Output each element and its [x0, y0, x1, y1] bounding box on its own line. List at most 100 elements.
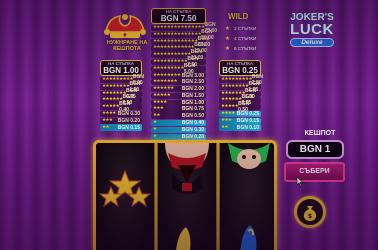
yellow-hand-icon [176, 227, 191, 250]
star-icons: ★★★★ [221, 111, 235, 116]
paytable-center: НА СТЪПКА BGN 7.50 ★★★★★★★★★★★★★★★ BGN 75… [151, 8, 217, 140]
reel-2 [158, 143, 216, 250]
paytable-row: ★★★★ BGN 0.25 [219, 110, 261, 118]
svg-text:$: $ [308, 213, 312, 220]
paytable-row: ★★★★★★★★★★★★★★★ BGN 75.00 [151, 22, 217, 34]
star-icons: ★★ [221, 124, 228, 130]
star-icons: ★★★★★★★★★★★★★ [153, 38, 198, 44]
reel-1 [96, 143, 154, 250]
wild-row: ★ 8 СТЪПКИ [224, 45, 256, 52]
jackpot-label: КЕШПОТ [304, 130, 336, 137]
star-icons: ★★★★★★★★★★★★ [153, 45, 195, 51]
paytable-row-amount: BGN 0.30 [181, 126, 204, 133]
paytable-row: ★★★ BGN 0.15 [219, 117, 261, 124]
collect-button[interactable]: СЪБЕРИ [284, 162, 345, 182]
paytable-center-value: BGN 7.50 [160, 14, 197, 23]
wild-row-label: 4 СТЪПКИ [234, 36, 257, 41]
logo-deluxe-text: Deluxe [290, 38, 334, 47]
star-icons: ★ [153, 133, 157, 139]
wild-title: WILD [228, 12, 249, 21]
paytable-row-amount: BGN 0.75 [181, 106, 204, 113]
jackpot-caption: НУЖНРАНЕ НА КЕШПОТА [106, 40, 148, 52]
star-icons: ★★★★★★★★★ [102, 77, 134, 83]
paytable-row-amount: BGN 2.00 [181, 86, 204, 93]
game-screen: ♦ НУЖНРАНЕ НА КЕШПОТА НА СТЪПКА BGN 1.00… [0, 0, 378, 250]
paytable-center-header: НА СТЪПКА BGN 7.50 [151, 8, 206, 24]
money-bag-button[interactable]: $ [294, 196, 326, 228]
wild-row-label: 2 СТЪПКИ [234, 26, 257, 31]
star-icons: ★★★★★ [153, 92, 171, 98]
paytable-row-amount: BGN 0.10 [236, 124, 259, 131]
paytable-row: ★ BGN 0.20 [151, 133, 206, 140]
paytable-row: ★★★★★ BGN 0.40 [100, 101, 142, 113]
star-icons: ★★★★★★★★★★★★★★ [153, 31, 202, 37]
paytable-row: ★★★★★★★★★ BGN 5.00 [151, 63, 206, 75]
paytable-row: ★ BGN 0.30 [151, 126, 206, 133]
paytable-row: ★★★★★★ BGN 2.00 [151, 86, 206, 93]
paytable-row-amount: BGN 1.00 [181, 99, 204, 106]
paytable-row-amount: BGN 0.30 [117, 111, 140, 117]
wild-star-icon: ★ [224, 35, 231, 42]
star-icons: ★★★★★★★★★ [221, 77, 253, 83]
star-icons: ★ [153, 126, 157, 132]
paytable-row: ★★ BGN 0.15 [100, 124, 142, 131]
wild-star-icon: ★ [224, 45, 231, 52]
logo-luck-text: LUCK [290, 21, 334, 38]
svg-text:♦: ♦ [122, 32, 127, 39]
paytable-left-list: ★★★★★★★★★ BGN 5.00 ★★★★★★★★ BGN 1.00 ★★★★★★★… [100, 74, 144, 131]
jackpot-value: BGN 1 [286, 140, 344, 159]
star-cluster-icon [98, 169, 152, 208]
paytable-row: ★★★★ BGN 1.00 [151, 99, 206, 106]
paytable-row: ★★★★★ BGN 0.50 [219, 101, 261, 113]
star-icons: ★★★★★★★★★★ [153, 59, 188, 64]
reel-3 [220, 143, 274, 250]
paytable-right: НА СТЪПКА BGN 0.25 ★★★★★★★★★ BGN 2.50 ★★★★… [219, 60, 263, 131]
star-icons: ★★ [153, 113, 160, 119]
paytable-row: ★★ BGN 0.50 [151, 113, 206, 120]
pointer-cursor-icon [296, 177, 304, 187]
paytable-row: ★★★ BGN 0.75 [151, 106, 206, 113]
paytable-row-amount: BGN 3.00 [181, 72, 204, 79]
star-icons: ★★★★★★ [153, 86, 174, 92]
paytable-row-amount: BGN 1.50 [181, 92, 204, 99]
paytable-left: НА СТЪПКА BGN 1.00 ★★★★★★★★★ BGN 5.00 ★★★★… [100, 60, 144, 131]
blue-hand-icon [240, 225, 257, 250]
star-icons: ★★★★★★★★★ [153, 65, 185, 71]
paytable-row-amount: BGN 0.15 [236, 117, 259, 124]
star-icons: ★★★★★★★★★★★ [153, 52, 191, 58]
green-joker-icon [228, 143, 270, 169]
paytable-row: ★★★★ BGN 0.30 [100, 110, 142, 118]
paytable-right-list: ★★★★★★★★★ BGN 2.50 ★★★★★★★★ BGN 1.25 ★★★★★★★… [219, 74, 263, 131]
paytable-row-amount: BGN 0.20 [117, 117, 140, 124]
reel-frame [93, 140, 277, 250]
star-icons: ★★★★ [153, 99, 167, 105]
paytable-row: ★★ BGN 0.10 [219, 124, 261, 131]
paytable-row: ★★★ BGN 0.20 [100, 117, 142, 124]
star-icons: ★★★ [102, 117, 113, 123]
wild-row: ★ 2 СТЪПКИ [224, 25, 256, 32]
paytable-row: ★★★★★★★ BGN 2.50 [151, 79, 206, 86]
paytable-row-amount: BGN 0.15 [117, 124, 140, 131]
money-bag-icon: $ [303, 206, 317, 221]
star-icons: ★★★ [221, 117, 232, 123]
wild-star-icon: ★ [224, 25, 231, 32]
star-icons: ★ [153, 120, 157, 126]
star-icons: ★★★★★ [221, 104, 239, 110]
paytable-row: ★★★★★ BGN 1.50 [151, 92, 206, 99]
star-icons: ★★★★★★★ [153, 79, 178, 85]
star-icons: ★★★ [153, 106, 164, 112]
wild-row: ★ 4 СТЪПКИ [224, 35, 256, 42]
paytable-center-list: ★★★★★★★★★★★★★★★ BGN 75.00 ★★★★★★★★★★★★★★ BG… [151, 22, 217, 140]
paytable-row: ★★★★★★★★ BGN 3.00 [151, 72, 206, 79]
paytable-row-amount: BGN 2.50 [181, 79, 204, 86]
wild-row-label: 8 СТЪПКИ [234, 46, 257, 51]
star-icons: ★★★★★ [102, 104, 120, 110]
paytable-row-amount: BGN 0.50 [181, 113, 204, 120]
paytable-row: ★ BGN 0.40 [151, 119, 206, 127]
star-icons: ★★★★★★★★★★★★★★★ [153, 25, 205, 31]
star-icons: ★★★★ [102, 111, 116, 116]
paytable-row-amount: BGN 0.20 [181, 133, 204, 140]
paytable-row-amount: BGN 0.40 [181, 120, 204, 127]
game-logo: JOKER'S LUCK Deluxe [282, 12, 342, 62]
star-icons: ★★★★★★★★ [153, 72, 181, 78]
